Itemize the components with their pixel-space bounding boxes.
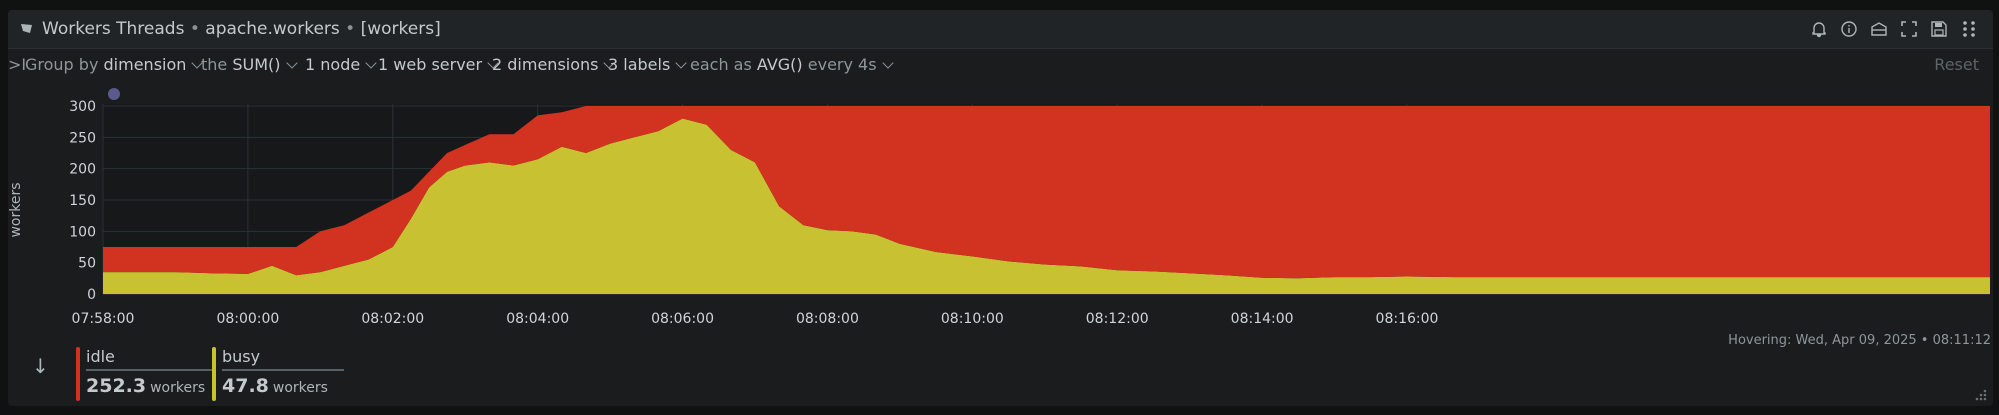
x-tick-label: 08:04:00 — [506, 311, 569, 327]
legend-underline-idle — [86, 369, 214, 371]
y-tick-label: 50 — [78, 256, 96, 272]
annotation-marker-icon[interactable] — [108, 88, 120, 100]
y-tick-label: 300 — [69, 99, 96, 115]
resize-handle-icon[interactable] — [1973, 387, 1987, 401]
legend-color-bar-busy — [212, 347, 216, 401]
x-tick-label: 08:14:00 — [1231, 311, 1294, 327]
x-tick-label: 07:58:00 — [72, 311, 135, 327]
x-tick-label: 08:00:00 — [216, 311, 279, 327]
legend-color-bar-idle — [76, 347, 80, 401]
x-tick-label: 08:12:00 — [1086, 311, 1149, 327]
x-axis-ticks: 07:58:00 08:00:00 08:02:00 08:04:00 08:06:00… — [72, 311, 1439, 327]
y-tick-label: 0 — [87, 287, 96, 303]
arrow-down-icon[interactable]: ↓ — [32, 354, 49, 378]
legend-name-idle: idle — [86, 347, 115, 366]
x-tick-label: 08:02:00 — [361, 311, 424, 327]
y-axis-label: workers — [8, 182, 24, 237]
x-tick-label: 08:16:00 — [1376, 311, 1439, 327]
x-tick-label: 08:10:00 — [941, 311, 1004, 327]
legend-name-busy: busy — [222, 347, 261, 366]
x-tick-label: 08:08:00 — [796, 311, 859, 327]
y-tick-label: 150 — [69, 193, 96, 209]
legend-value-busy: 47.8 workers — [222, 375, 328, 397]
y-tick-label: 100 — [69, 224, 96, 240]
y-tick-label: 200 — [69, 162, 96, 178]
hover-timestamp: Hovering: Wed, Apr 09, 2025 • 08:11:12 — [1728, 333, 1991, 348]
x-tick-label: 08:06:00 — [651, 311, 714, 327]
legend-underline-busy — [222, 369, 344, 371]
chart-plot[interactable]: 0 50 100 150 200 250 300 07:58:00 08:00:00 08:02… — [0, 0, 1999, 340]
y-tick-label: 250 — [69, 130, 96, 146]
y-axis-ticks: 0 50 100 150 200 250 300 — [69, 99, 96, 303]
legend-value-idle: 252.3 workers — [86, 375, 206, 397]
